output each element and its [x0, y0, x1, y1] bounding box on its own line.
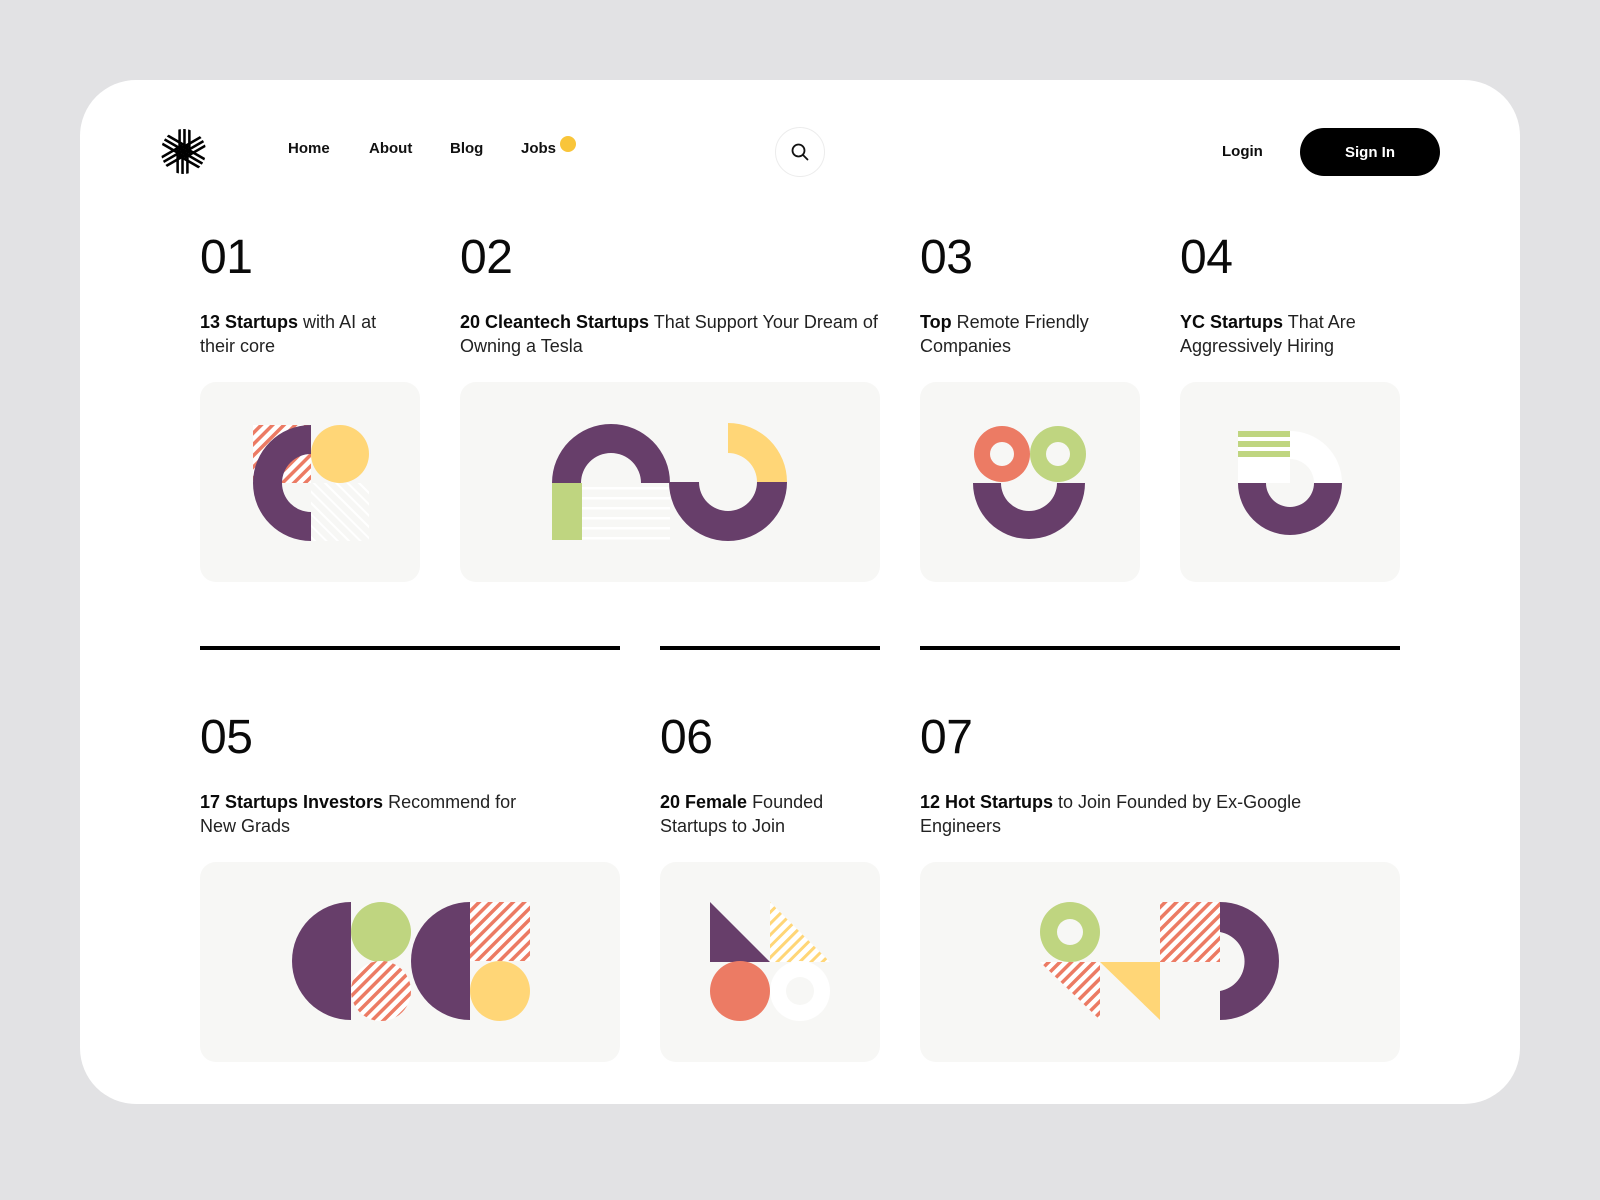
collection-card[interactable]: 03 Top Remote Friendly Companies: [920, 234, 1140, 584]
card-title-bold: 20 Female: [660, 792, 748, 812]
section-divider: [200, 646, 620, 650]
card-title-bold: 20 Cleantech Startups: [460, 312, 650, 332]
jobs-notification-dot: [560, 136, 576, 152]
card-title: 12 Hot Startups to Join Founded by Ex-Go…: [920, 790, 1340, 838]
nav-home-link[interactable]: Home: [288, 140, 330, 157]
nav-about-link[interactable]: About: [369, 140, 412, 157]
card-title: 20 Cleantech Startups That Support Your …: [460, 310, 880, 358]
card-illustration: [920, 382, 1140, 582]
card-number: 02: [460, 231, 513, 284]
card-title-bold: 17 Startups Investors: [200, 792, 384, 812]
card-number: 06: [660, 711, 713, 764]
search-button[interactable]: [775, 127, 825, 177]
sign-in-button[interactable]: Sign In: [1300, 128, 1440, 176]
card-number: 05: [200, 711, 253, 764]
nav-blog-link[interactable]: Blog: [450, 140, 483, 157]
card-illustration: [200, 382, 420, 582]
card-title: 17 Startups Investors Recommend for New …: [200, 790, 540, 838]
card-illustration: [460, 382, 880, 582]
collection-card[interactable]: 01 13 Startups with AI at their core: [200, 234, 420, 584]
collection-card[interactable]: 04 YC Startups That Are Aggressively Hir…: [1180, 234, 1400, 584]
login-link[interactable]: Login: [1222, 143, 1263, 160]
collection-card[interactable]: 02 20 Cleantech Startups That Support Yo…: [460, 234, 880, 584]
card-illustration: [200, 862, 620, 1062]
card-title: YC Startups That Are Aggressively Hiring: [1180, 310, 1380, 358]
card-illustration: [1180, 382, 1400, 582]
card-number: 01: [200, 231, 253, 284]
card-title: Top Remote Friendly Companies: [920, 310, 1120, 358]
card-title-bold: 12 Hot Startups: [920, 792, 1054, 812]
nav-jobs-link[interactable]: Jobs: [521, 140, 556, 157]
card-title: 13 Startups with AI at their core: [200, 310, 400, 358]
card-number: 04: [1180, 231, 1233, 284]
section-divider: [920, 646, 1400, 650]
card-title-bold: YC Startups: [1180, 312, 1284, 332]
card-number: 07: [920, 711, 973, 764]
card-number: 03: [920, 231, 973, 284]
card-title: 20 Female Founded Startups to Join: [660, 790, 860, 838]
card-illustration: [660, 862, 880, 1062]
card-illustration: [920, 862, 1400, 1062]
woven-knot-logo-icon[interactable]: [160, 128, 207, 175]
collection-card[interactable]: 07 12 Hot Startups to Join Founded by Ex…: [920, 714, 1400, 1064]
card-title-bold: Top: [920, 312, 952, 332]
collection-card[interactable]: 05 17 Startups Investors Recommend for N…: [200, 714, 620, 1064]
card-title-bold: 13 Startups: [200, 312, 299, 332]
section-divider: [660, 646, 880, 650]
search-icon: [791, 143, 809, 161]
collection-card[interactable]: 06 20 Female Founded Startups to Join: [660, 714, 880, 1064]
